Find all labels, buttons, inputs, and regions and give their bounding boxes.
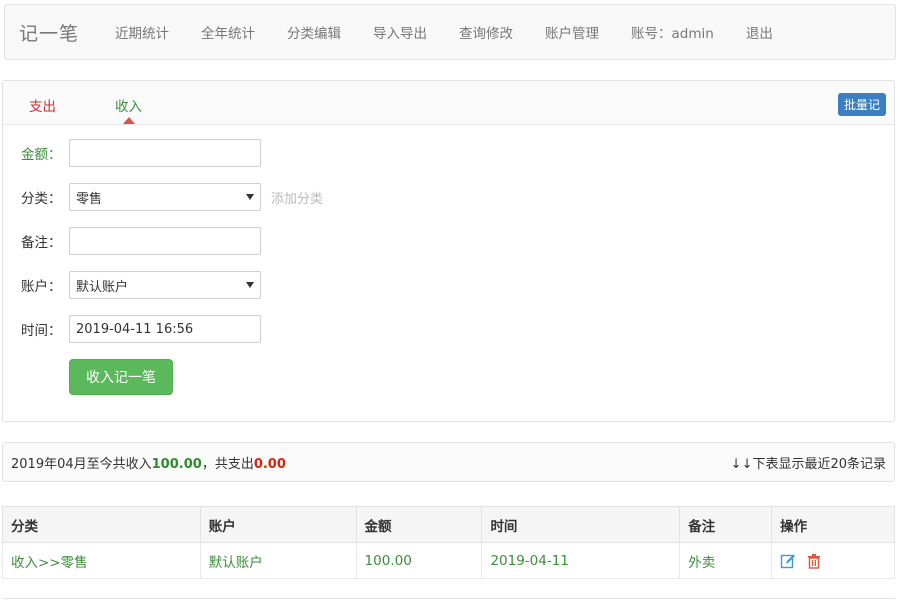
category-label: 分类： [21, 191, 62, 207]
trash-icon[interactable] [806, 553, 822, 569]
cell-account: 默认账户 [199, 542, 357, 579]
tab-income[interactable]: 收入 [115, 95, 142, 115]
nav-account-manage[interactable]: 账户管理 [545, 22, 599, 42]
summary-middle: ，共支出 [201, 456, 254, 472]
top-navbar: 记一笔 近期统计 全年统计 分类编辑 导入导出 查询修改 账户管理 账号：adm… [4, 4, 896, 60]
account-row: 账户： 默认账户 [21, 271, 261, 299]
nav-user-account[interactable]: 账号：admin [631, 22, 714, 42]
batch-record-button[interactable]: 批量记 [837, 93, 886, 116]
account-selected-value: 默认账户 [76, 279, 129, 295]
amount-label: 金额： [21, 147, 62, 163]
brand-title[interactable]: 记一笔 [19, 19, 79, 46]
col-header-time: 时间 [481, 506, 681, 543]
tab-expense[interactable]: 支出 [29, 95, 56, 115]
records-table: 分类 账户 金额 时间 备注 操作 收入>>零售 默认账户 100.00 201… [2, 506, 895, 579]
cell-amount: 100.00 [355, 542, 483, 579]
table-header-row: 分类 账户 金额 时间 备注 操作 [2, 506, 895, 543]
summary-income-total: 100.00 [151, 456, 202, 472]
col-header-account: 账户 [199, 506, 357, 543]
note-label: 备注： [21, 235, 62, 251]
note-input[interactable] [69, 227, 261, 255]
panel-tabs: 支出 收入 批量记 [3, 81, 894, 125]
col-header-actions: 操作 [771, 506, 895, 543]
amount-input[interactable] [69, 139, 261, 167]
add-category-link[interactable]: 添加分类 [271, 188, 323, 207]
cell-category: 收入>>零售 [2, 542, 201, 579]
summary-bar: 2019年04月至今共收入100.00，共支出0.00 ↓↓下表显示最近20条记… [2, 442, 895, 482]
col-header-amount: 金额 [355, 506, 483, 543]
entry-panel: 支出 收入 批量记 金额： 分类： 零售 添加分类 备注： 账户： 默认账户 时… [2, 80, 895, 422]
cell-actions [771, 542, 895, 579]
bottom-divider [2, 598, 895, 599]
note-row: 备注： [21, 227, 261, 255]
category-row: 分类： 零售 添加分类 [21, 183, 323, 211]
edit-icon[interactable] [780, 553, 796, 569]
nav-query-modify[interactable]: 查询修改 [459, 22, 513, 42]
summary-prefix: 2019年04月至今共收入 [11, 456, 152, 472]
cell-note: 外卖 [679, 542, 773, 579]
time-label: 时间： [21, 323, 62, 339]
category-selected-value: 零售 [76, 191, 103, 207]
nav-import-export[interactable]: 导入导出 [373, 22, 427, 42]
nav-category-edit[interactable]: 分类编辑 [287, 22, 341, 42]
account-select[interactable]: 默认账户 [69, 271, 261, 299]
chevron-down-icon [246, 282, 254, 288]
nav-recent-stats[interactable]: 近期统计 [115, 22, 169, 42]
table-row: 收入>>零售 默认账户 100.00 2019-04-11 外卖 [2, 542, 895, 579]
summary-expense-total: 0.00 [253, 456, 286, 472]
account-label: 账户： [21, 279, 62, 295]
time-row: 时间： [21, 315, 261, 343]
cell-time: 2019-04-11 [481, 542, 681, 579]
category-select[interactable]: 零售 [69, 183, 261, 211]
recent-records-note: ↓↓下表显示最近20条记录 [730, 456, 886, 472]
col-header-note: 备注 [679, 506, 773, 543]
nav-yearly-stats[interactable]: 全年统计 [201, 22, 255, 42]
summary-text: 2019年04月至今共收入100.00，共支出0.00 [11, 453, 286, 472]
col-header-category: 分类 [2, 506, 201, 543]
amount-row: 金额： [21, 139, 261, 167]
active-tab-caret-icon [123, 117, 135, 124]
submit-income-button[interactable]: 收入记一笔 [69, 359, 173, 395]
time-input[interactable] [69, 315, 261, 343]
chevron-down-icon [246, 194, 254, 200]
nav-logout[interactable]: 退出 [746, 22, 773, 42]
